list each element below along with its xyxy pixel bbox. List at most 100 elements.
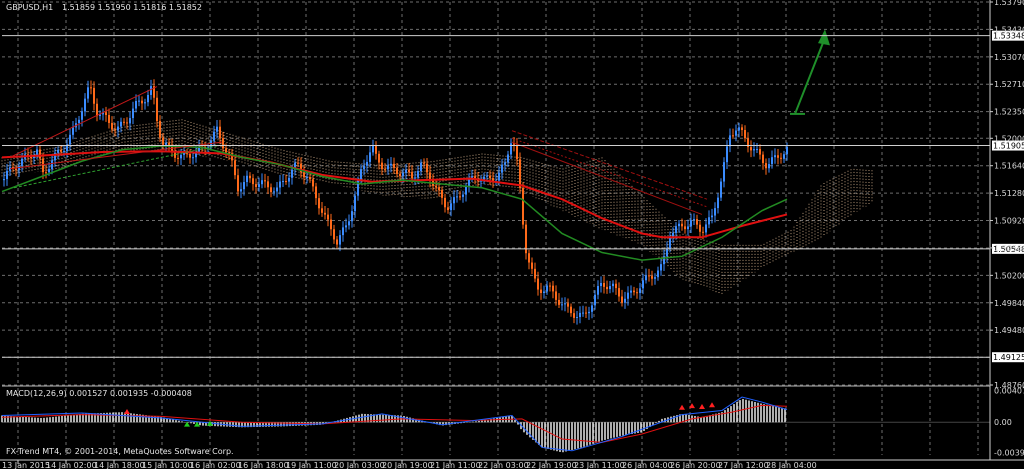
candle-body (732, 135, 734, 137)
price-tick-label: 1.50560 (994, 244, 1024, 253)
chart-canvas[interactable]: 1.533481.519051.505481.49125 1.537901.53… (0, 0, 1024, 469)
candle-body (399, 173, 401, 176)
candle-body (216, 126, 218, 132)
candle-body (240, 189, 242, 192)
time-tick-label: 28 Jan 04:00 (766, 461, 817, 469)
candle-body (570, 306, 572, 314)
candle-body (501, 164, 503, 173)
candle-body (273, 191, 275, 193)
time-tick-label: 16 Jan 02:00 (190, 461, 241, 469)
candle-body (585, 312, 587, 314)
candle-body (345, 225, 347, 228)
candle-body (612, 283, 614, 287)
candle-body (759, 149, 761, 155)
candle-body (645, 275, 647, 281)
candle-body (441, 190, 443, 198)
candle-body (552, 285, 554, 292)
candle-body (738, 127, 740, 131)
candle-body (336, 239, 338, 245)
candle-body (750, 147, 752, 151)
candle-body (723, 162, 725, 182)
candle-body (426, 163, 428, 173)
candle-body (630, 290, 632, 293)
candle-body (498, 172, 500, 181)
candle-body (393, 163, 395, 168)
candle-body (177, 157, 179, 159)
time-tick-label: 26 Jan 20:00 (670, 461, 721, 469)
candle-body (258, 184, 260, 187)
candle-body (573, 313, 575, 318)
candle-body (744, 130, 746, 139)
candle-body (453, 197, 455, 204)
candle-body (6, 170, 8, 180)
candle-body (129, 118, 131, 124)
candle-body (516, 144, 518, 160)
candle-body (114, 129, 116, 131)
candle-body (312, 179, 314, 187)
candle-body (396, 167, 398, 174)
candle-body (756, 149, 758, 151)
candle-body (264, 180, 266, 182)
price-tick-label: 1.52710 (994, 80, 1024, 89)
candle-body (333, 229, 335, 240)
candle-body (534, 268, 536, 279)
time-tick-label: 14 Jan 02:00 (46, 461, 97, 469)
candle-body (105, 112, 107, 116)
candle-body (39, 149, 41, 159)
price-tick-label: 1.51280 (994, 189, 1024, 198)
candle-body (117, 126, 119, 131)
candle-body (192, 157, 194, 159)
candle-body (504, 162, 506, 165)
candle-body (354, 195, 356, 212)
candle-body (705, 224, 707, 233)
candle-body (219, 126, 221, 139)
candle-body (624, 298, 626, 303)
candle-body (90, 87, 92, 89)
candle-body (678, 223, 680, 227)
candle-body (741, 127, 743, 131)
candle-body (378, 153, 380, 163)
candle-body (315, 186, 317, 199)
time-tick-label: 15 Jan 10:00 (142, 461, 193, 469)
candle-body (372, 145, 374, 153)
candle-body (126, 122, 128, 124)
macd-tick-label: -0.00390 (994, 448, 1024, 457)
candle-body (135, 100, 137, 109)
time-tick-label: 22 Jan 19:00 (526, 461, 577, 469)
candle-body (141, 100, 143, 104)
candle-body (636, 292, 638, 294)
candle-body (330, 219, 332, 230)
candle-body (309, 176, 311, 180)
candle-body (189, 153, 191, 158)
time-tick-label: 20 Jan 19:00 (382, 461, 433, 469)
candle-body (546, 285, 548, 292)
candle-body (690, 220, 692, 227)
candle-body (615, 283, 617, 289)
candle-body (411, 172, 413, 179)
price-tick-label: 1.49480 (994, 326, 1024, 335)
candle-body (357, 179, 359, 196)
candle-body (777, 155, 779, 158)
candle-body (711, 215, 713, 218)
price-tick-label: 1.53430 (994, 25, 1024, 34)
candle-body (462, 194, 464, 197)
candle-body (729, 135, 731, 147)
copyright-text: FX-Trend MT4, © 2001-2014, MetaQuotes So… (6, 447, 234, 456)
candle-body (168, 142, 170, 145)
candle-body (255, 184, 257, 187)
candle-body (57, 149, 59, 153)
candle-body (687, 226, 689, 230)
price-tick-label: 1.50920 (994, 217, 1024, 226)
candle-body (285, 181, 287, 183)
candle-body (600, 282, 602, 287)
candle-body (87, 87, 89, 99)
candle-body (753, 149, 755, 151)
candle-body (450, 203, 452, 211)
candle-body (633, 290, 635, 293)
candle-body (252, 178, 254, 185)
level-tag-label: 1.49125 (993, 353, 1024, 362)
candle-body (681, 223, 683, 227)
candle-body (405, 169, 407, 173)
time-tick-label: 22 Jan 03:00 (478, 461, 529, 469)
price-tick-label: 1.49840 (994, 299, 1024, 308)
